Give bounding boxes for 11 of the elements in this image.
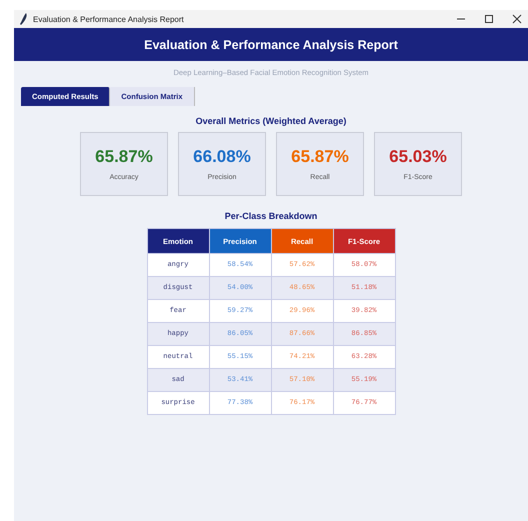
metric-value: 66.08%	[193, 147, 251, 167]
metric-value: 65.03%	[389, 147, 447, 167]
section-title: Per-Class Breakdown	[224, 211, 318, 221]
close-icon[interactable]	[512, 14, 522, 24]
metric-value: 65.87%	[291, 147, 349, 167]
window-title: Evaluation & Performance Analysis Report	[33, 14, 184, 24]
report-title: Evaluation & Performance Analysis Report	[144, 38, 398, 52]
feather-icon	[20, 13, 28, 25]
metric-value: 65.87%	[95, 147, 153, 167]
section-title: Overall Metrics (Weighted Average)	[196, 116, 346, 126]
maximize-icon[interactable]	[484, 14, 494, 24]
